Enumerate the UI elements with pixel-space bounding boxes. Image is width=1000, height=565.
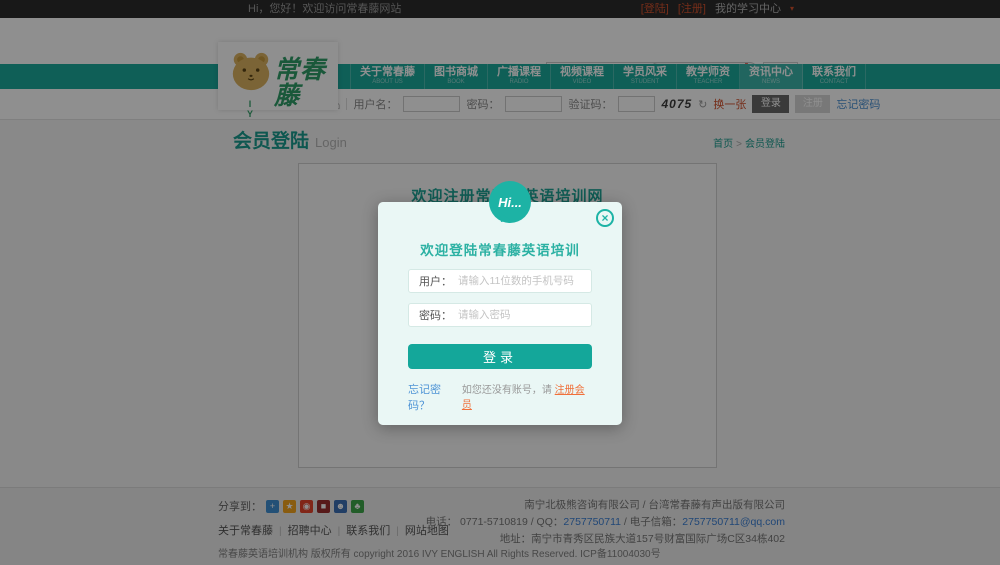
modal-password-row: 密码： (408, 303, 592, 327)
modal-user-label: 用户： (409, 273, 458, 289)
close-icon[interactable]: × (596, 209, 614, 227)
hi-bubble: Hi... (489, 181, 531, 223)
modal-links: 忘记密码？ 如您还没有账号，请 注册会员 (408, 381, 592, 413)
modal-login-button[interactable]: 登录 (408, 344, 592, 369)
modal-forgot-link[interactable]: 忘记密码？ (408, 381, 462, 413)
modal-password-label: 密码： (409, 307, 458, 323)
register-hint: 如您还没有账号，请 注册会员 (462, 381, 592, 411)
login-modal: Hi... × 欢迎登陆常春藤英语培训 用户： 密码： 登录 忘记密码？ 如您还… (378, 202, 622, 425)
modal-password-input[interactable] (458, 309, 591, 321)
modal-user-input[interactable] (458, 275, 591, 287)
page: Hi，您好！欢迎访问常春藤网站 [登陆] [注册] 我的学习中心 ▾ ☎0771… (0, 0, 1000, 565)
modal-user-row: 用户： (408, 269, 592, 293)
